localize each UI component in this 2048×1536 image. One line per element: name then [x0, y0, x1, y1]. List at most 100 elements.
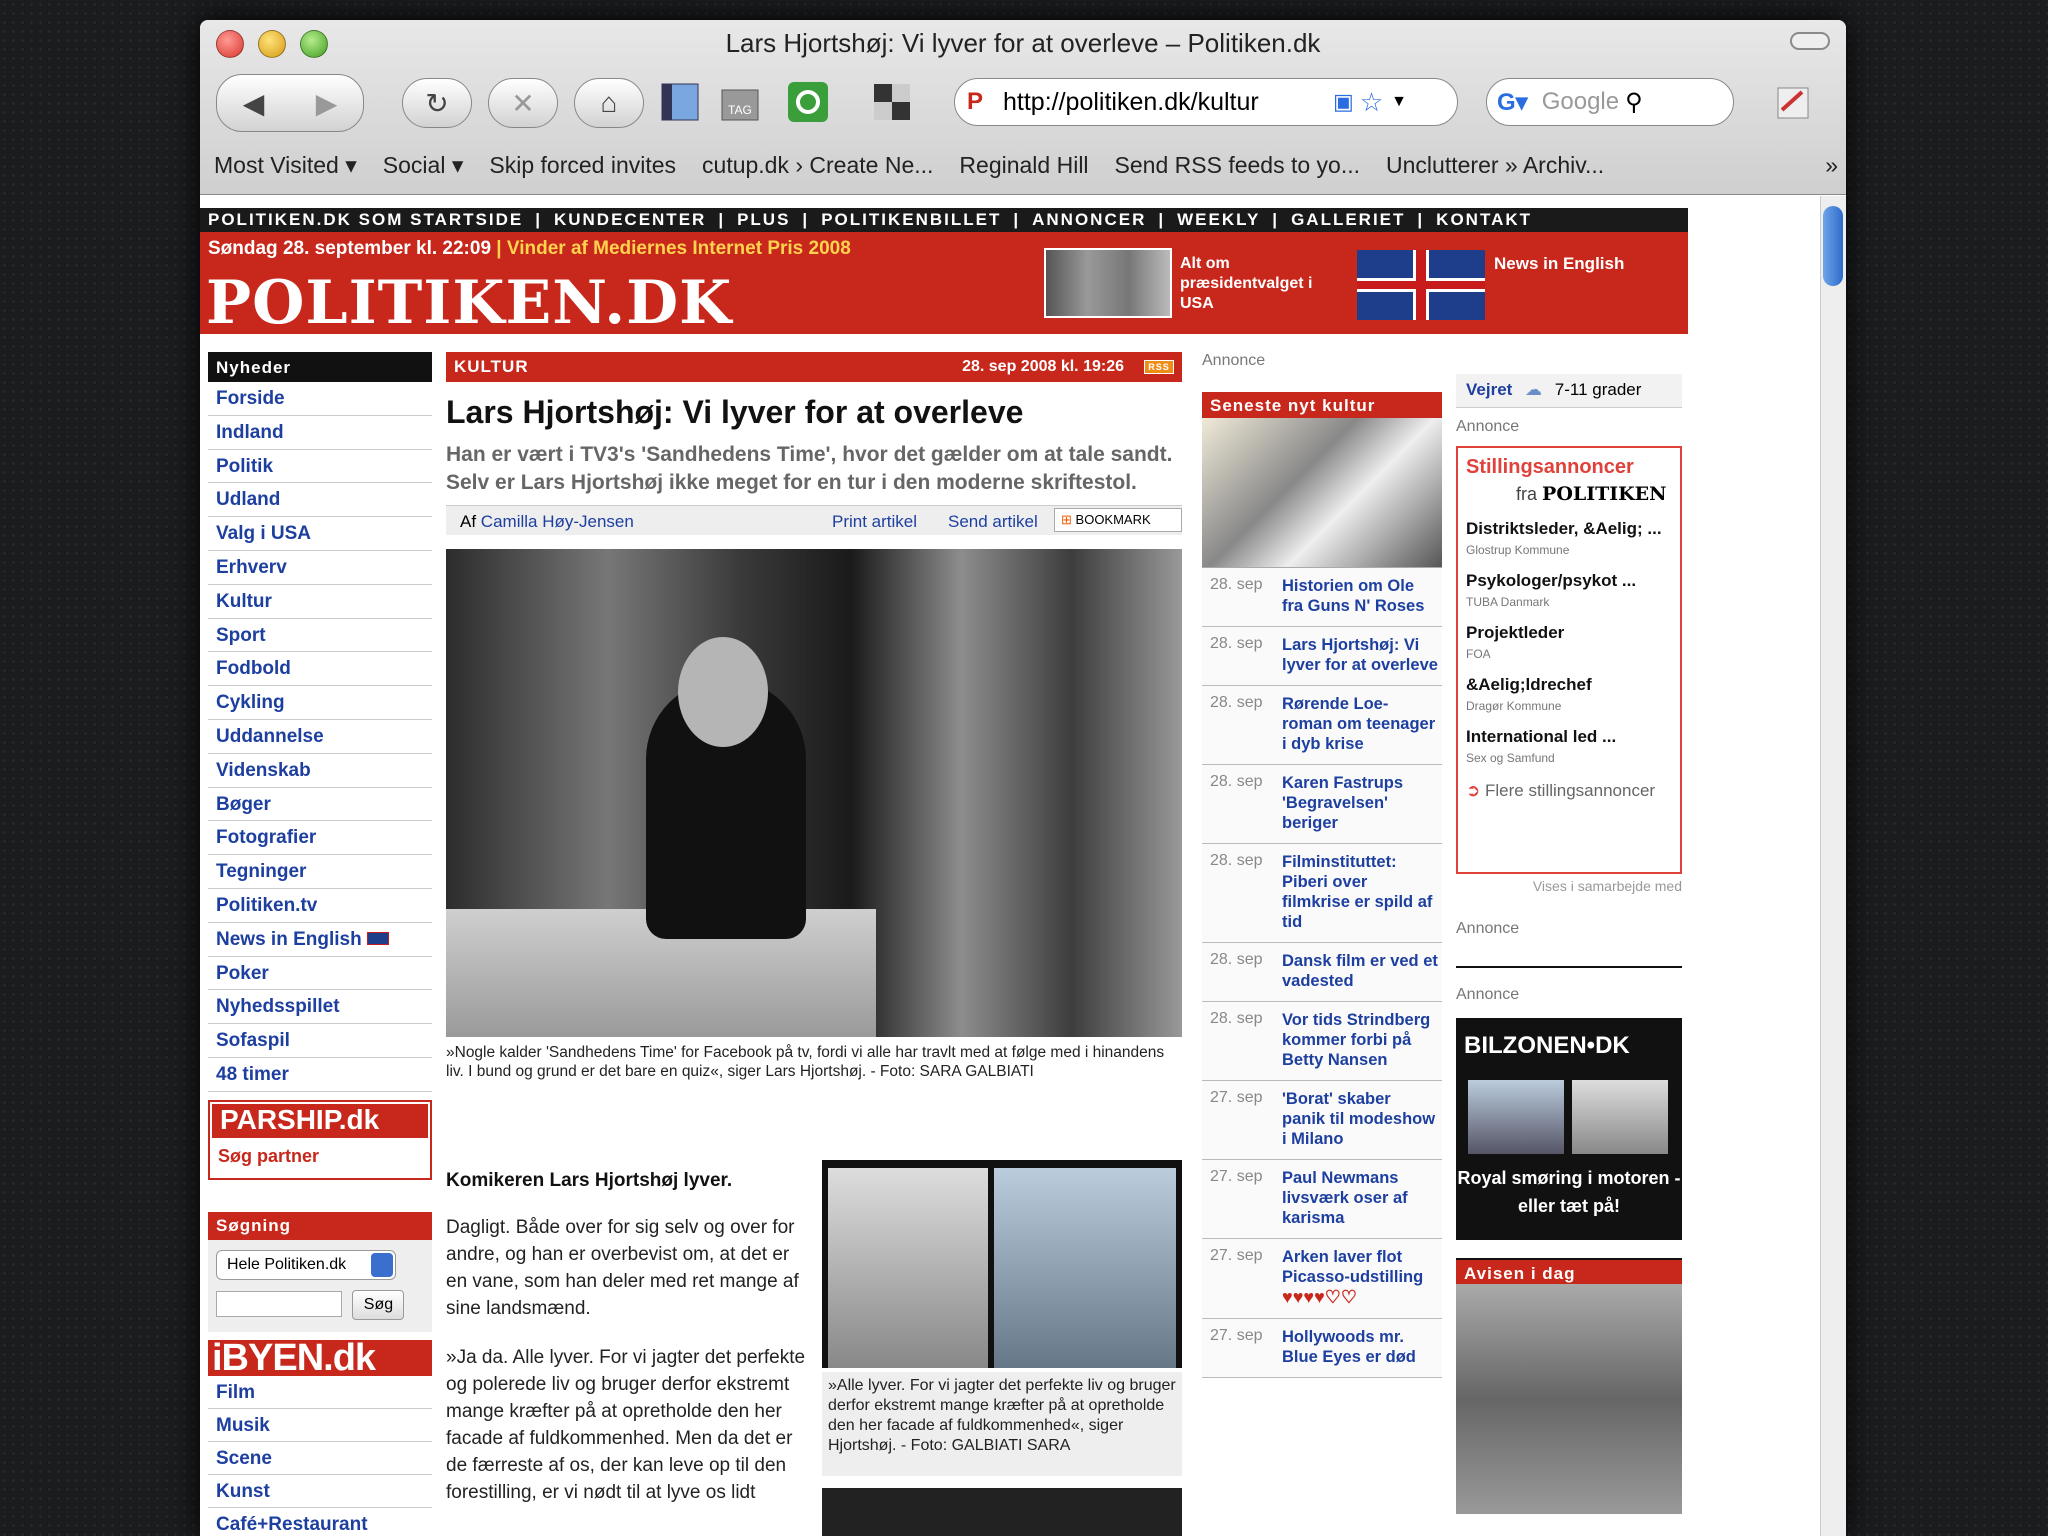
sidebar-item-48-timer[interactable]: 48 timer [208, 1058, 432, 1092]
news-title[interactable]: Arken laver flot Picasso-udstilling ♥♥♥♥♡… [1282, 1247, 1438, 1308]
site-logo[interactable]: POLITIKEN.DK [206, 268, 732, 338]
award-link[interactable]: | Vinder af Mediernes Internet Pris 2008 [496, 238, 851, 259]
url-text[interactable]: http://politiken.dk/kultur [1003, 88, 1333, 117]
bookmark-reginald-hill[interactable]: Reginald Hill [959, 152, 1088, 179]
bookmark-social[interactable]: Social ▾ [383, 152, 464, 179]
list-item[interactable]: 28. sep Rørende Loe-roman om teenager i d… [1202, 686, 1442, 765]
second-inset-photo[interactable] [822, 1488, 1182, 1536]
search-box[interactable]: G▾ Google ⚲ [1486, 78, 1734, 126]
more-jobs-link[interactable]: ➲ Flere stillingsannoncer [1466, 781, 1672, 801]
author-link[interactable]: Camilla Høy-Jensen [481, 512, 634, 531]
reload-button[interactable]: ↻ [402, 78, 472, 128]
bilzonen-ad[interactable]: BILZONEN•DK Royal smøring i motoren - el… [1456, 1018, 1682, 1240]
news-title[interactable]: Hollywoods mr. Blue Eyes er død [1282, 1327, 1438, 1367]
news-title[interactable]: 'Borat' skaber panik til modeshow i Mila… [1282, 1089, 1438, 1149]
list-item[interactable]: 28. sep Dansk film er ved et vadested [1202, 943, 1442, 1002]
sidebar-item-erhverv[interactable]: Erhverv [208, 551, 432, 585]
list-item[interactable]: 28. sep Vor tids Strindberg kommer forbi … [1202, 1002, 1442, 1081]
news-in-english-link[interactable]: News in English [1494, 254, 1624, 274]
news-title[interactable]: Karen Fastrups 'Begravelsen' beriger [1282, 773, 1438, 833]
site-search-button[interactable]: Søg [352, 1289, 405, 1320]
inset-photo[interactable] [822, 1160, 1182, 1368]
sidebar-item-kultur[interactable]: Kultur [208, 585, 432, 619]
bookmark-send-rss[interactable]: Send RSS feeds to yo... [1115, 152, 1360, 179]
bookmark-most-visited[interactable]: Most Visited ▾ [214, 152, 357, 179]
job-item[interactable]: &Aelig;ldrechef Dragør Kommune [1466, 675, 1672, 713]
topnav-annoncer[interactable]: ANNONCER [1032, 210, 1146, 230]
screenshot-icon[interactable] [868, 78, 916, 126]
sidebar-item-sport[interactable]: Sport [208, 619, 432, 653]
job-item[interactable]: Distriktsleder, &Aelig; ... Glostrup Komm… [1466, 519, 1672, 557]
bookmark-unclutterer[interactable]: Unclutterer » Archiv... [1386, 152, 1604, 179]
google-engine-icon[interactable]: G▾ [1497, 88, 1528, 117]
job-item[interactable]: Projektleder FOA [1466, 623, 1672, 661]
sync-icon[interactable] [784, 78, 832, 126]
news-title[interactable]: Rørende Loe-roman om teenager i dyb kris… [1282, 694, 1438, 754]
address-bar[interactable]: P http://politiken.dk/kultur ▣ ☆ ▼ [954, 78, 1458, 126]
sidebar-item-boger[interactable]: Bøger [208, 788, 432, 822]
bookmark-button[interactable]: ⊞ BOOKMARK [1054, 508, 1182, 532]
bookmark-skip-forced-invites[interactable]: Skip forced invites [489, 152, 676, 179]
sidebar-item-uddannelse[interactable]: Uddannelse [208, 720, 432, 754]
topnav-plus[interactable]: PLUS [737, 210, 790, 230]
sidebar-item-forside[interactable]: Forside [208, 382, 432, 416]
job-item[interactable]: Psykologer/psykot ... TUBA Danmark [1466, 571, 1672, 609]
sidebar-item-politik[interactable]: Politik [208, 450, 432, 484]
tag-icon[interactable]: TAG [716, 78, 764, 126]
list-item[interactable]: 28. sep Karen Fastrups 'Begravelsen' beri… [1202, 765, 1442, 844]
bookmarks-overflow-button[interactable]: » [1825, 152, 1838, 179]
sidebar-item-fodbold[interactable]: Fodbold [208, 652, 432, 687]
sidebar-item-nyhedsspillet[interactable]: Nyhedsspillet [208, 990, 432, 1025]
sidebar-item-cykling[interactable]: Cykling [208, 686, 432, 720]
sidebar-item-tegninger[interactable]: Tegninger [208, 855, 432, 889]
news-title[interactable]: Historien om Ole fra Guns N' Roses [1282, 576, 1438, 616]
list-item[interactable]: 28. sep Lars Hjortshøj: Vi lyver for at o… [1202, 627, 1442, 686]
topnav-galleriet[interactable]: GALLERIET [1291, 210, 1405, 230]
article-photo[interactable] [446, 549, 1182, 1037]
rss-feed-icon[interactable]: ▣ [1333, 89, 1354, 115]
section-label[interactable]: KULTUR [454, 357, 529, 376]
election-link[interactable]: Alt om præsidentvalget i USA [1180, 254, 1330, 314]
news-title[interactable]: Paul Newmans livsværk oser af karisma [1282, 1168, 1438, 1228]
parship-cta[interactable]: Søg partner [218, 1146, 319, 1167]
site-search-input[interactable] [216, 1291, 342, 1318]
topnav-politikenbillet[interactable]: POLITIKENBILLET [821, 210, 1001, 230]
news-title[interactable]: Dansk film er ved et vadested [1282, 951, 1438, 991]
topnav-startside[interactable]: POLITIKEN.DK SOM STARTSIDE [208, 210, 523, 230]
list-item[interactable]: 27. sep Arken laver flot Picasso-udstilli… [1202, 1239, 1442, 1319]
news-title[interactable]: Lars Hjortshøj: Vi lyver for at overleve [1282, 635, 1438, 675]
latest-news-image[interactable] [1202, 418, 1442, 568]
search-input[interactable]: Google [1542, 88, 1619, 116]
todays-paper-image[interactable] [1456, 1284, 1682, 1514]
send-article-link[interactable]: Send artikel [948, 512, 1038, 532]
job-title[interactable]: Distriktsleder, &Aelig; ... [1466, 519, 1672, 539]
search-scope-select[interactable]: Hele Politiken.dk [216, 1249, 396, 1280]
scrapbook-icon[interactable] [1770, 78, 1818, 126]
sidebar-item-udland[interactable]: Udland [208, 483, 432, 518]
rss-badge-icon[interactable]: RSS [1144, 360, 1174, 374]
home-button[interactable]: ⌂ [574, 78, 644, 128]
topnav-kundecenter[interactable]: KUNDECENTER [554, 210, 706, 230]
sidebar-item-sofaspil[interactable]: Sofaspil [208, 1024, 432, 1058]
toolbar-toggle-button[interactable] [1790, 32, 1830, 50]
scrollbar-thumb[interactable] [1823, 206, 1843, 286]
sidebar-item-politiken-tv[interactable]: Politiken.tv [208, 889, 432, 923]
weather-link[interactable]: Vejret [1466, 380, 1512, 399]
sidebar-item-indland[interactable]: Indland [208, 416, 432, 450]
list-item[interactable]: 28. sep Filminstituttet: Piberi over film… [1202, 844, 1442, 943]
ibyen-item-scene[interactable]: Scene [208, 1442, 432, 1475]
news-title[interactable]: Vor tids Strindberg kommer forbi på Bett… [1282, 1010, 1438, 1070]
job-item[interactable]: International led ... Sex og Samfund [1466, 727, 1672, 765]
topnav-kontakt[interactable]: KONTAKT [1436, 210, 1532, 230]
list-item[interactable]: 28. sep Historien om Ole fra Guns N' Rose… [1202, 568, 1442, 627]
sidebar-item-news-in-english[interactable]: News in English [208, 923, 432, 957]
forward-button[interactable]: ▶ [290, 87, 363, 120]
parship-ad[interactable]: PARSHIP.dk Søg partner [208, 1099, 432, 1180]
uk-flag-icon[interactable] [1357, 250, 1485, 320]
list-item[interactable]: 27. sep 'Borat' skaber panik til modeshow… [1202, 1081, 1442, 1160]
job-title[interactable]: Projektleder [1466, 623, 1672, 643]
sidebar-icon[interactable] [656, 78, 704, 126]
list-item[interactable]: 27. sep Paul Newmans livsværk oser af kar… [1202, 1160, 1442, 1239]
url-dropdown-icon[interactable]: ▼ [1391, 93, 1407, 111]
topnav-weekly[interactable]: WEEKLY [1177, 210, 1260, 230]
